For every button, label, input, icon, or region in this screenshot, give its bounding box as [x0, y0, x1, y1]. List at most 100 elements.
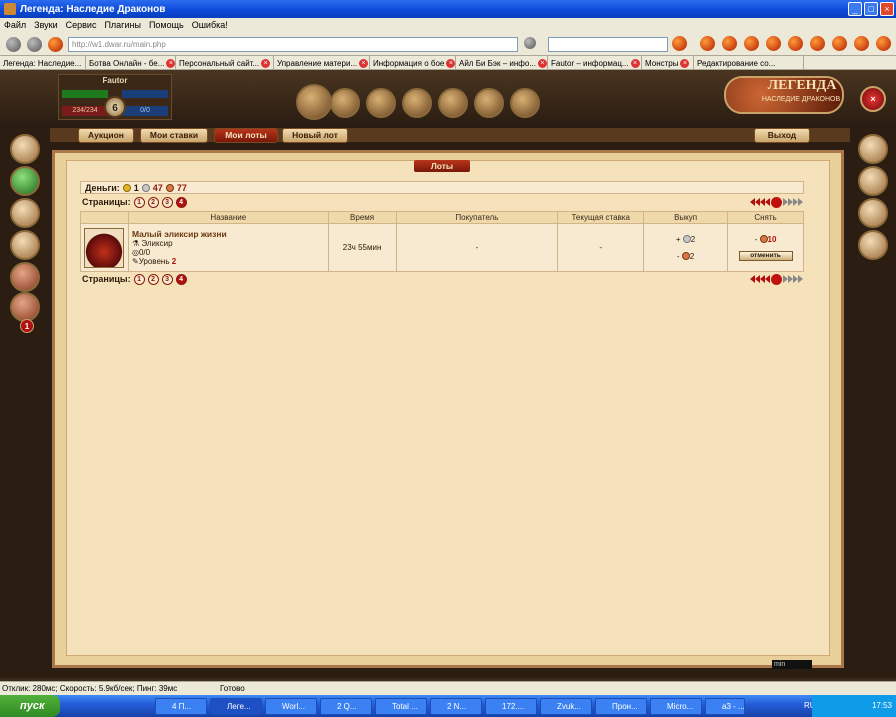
back-icon[interactable] [6, 37, 21, 52]
browser-tab[interactable]: Легенда: Наследие... [0, 56, 86, 70]
search-input[interactable] [548, 37, 668, 52]
star-icon[interactable] [876, 36, 891, 51]
music-icon[interactable] [810, 36, 825, 51]
side-button-5[interactable] [10, 262, 40, 292]
app-icon [4, 3, 16, 15]
browser-tab[interactable]: Персональный сайт... × [176, 56, 274, 70]
side-button-4[interactable] [10, 230, 40, 260]
tab-my-lots[interactable]: Мои лоты [214, 128, 278, 143]
browser-tab[interactable]: Редактирование со... [694, 56, 804, 70]
minimize-button[interactable]: _ [848, 2, 862, 16]
menu-service[interactable]: Сервис [66, 20, 97, 30]
browser-tab[interactable]: Айл Би Бэк – инфо... × [456, 56, 548, 70]
item-name[interactable]: Малый эликсир жизни [132, 229, 328, 239]
page-link[interactable]: 3 [161, 196, 173, 208]
browser-tab[interactable]: Информация о бое × [370, 56, 456, 70]
heart-icon[interactable] [788, 36, 803, 51]
menu-bar: Файл Звуки Сервис Плагины Помощь Ошибка! [0, 18, 896, 32]
exit-game-icon[interactable]: × [860, 86, 886, 112]
page-link-current[interactable]: 4 [175, 196, 187, 208]
page-link[interactable]: 2 [147, 273, 159, 285]
task-button[interactable]: a3 - ... [705, 697, 745, 715]
task-button[interactable]: Zvuk... [540, 697, 592, 715]
task-button[interactable]: 2 Q... [320, 697, 372, 715]
browser-tab[interactable]: Fautor – информац... × [548, 56, 642, 70]
tab-new-lot[interactable]: Новый лот [282, 128, 348, 143]
tool-icon-6[interactable] [854, 36, 869, 51]
address-input[interactable]: http://w1.dwar.ru/main.php [68, 37, 518, 52]
character-icon[interactable] [296, 84, 332, 120]
task-button[interactable]: Прон... [595, 697, 647, 715]
tool-icon-4[interactable] [766, 36, 781, 51]
tool-icon-3[interactable] [744, 36, 759, 51]
menu-file[interactable]: Файл [4, 20, 26, 30]
exit-button[interactable]: Выход [754, 128, 810, 143]
inventory-icon[interactable] [330, 88, 360, 118]
menu-error[interactable]: Ошибка! [192, 20, 228, 30]
window-titlebar: Легенда: Наследие Драконов [0, 0, 896, 18]
first-arrow-icon[interactable] [765, 198, 770, 206]
handshake-icon[interactable] [510, 88, 540, 118]
task-button[interactable]: Леге... [210, 697, 262, 715]
go-icon[interactable] [524, 37, 536, 49]
page-link[interactable]: 3 [161, 273, 173, 285]
close-tab-icon[interactable]: × [166, 58, 175, 68]
menu-help[interactable]: Помощь [149, 20, 184, 30]
palette-icon[interactable] [474, 88, 504, 118]
maximize-button[interactable]: □ [864, 2, 878, 16]
knight-icon[interactable] [438, 88, 468, 118]
elixir-icon[interactable] [84, 227, 125, 268]
close-button[interactable]: × [880, 2, 894, 16]
browser-tab[interactable]: Монстры × [642, 56, 694, 70]
task-button[interactable]: Worl... [265, 697, 317, 715]
last-arrow-icon[interactable] [798, 198, 803, 206]
tab-my-bids[interactable]: Мои ставки [140, 128, 208, 143]
close-tab-icon[interactable]: × [261, 58, 271, 68]
start-button[interactable]: пуск [0, 695, 60, 717]
task-button[interactable]: Micro... [650, 697, 702, 715]
task-button[interactable]: 2 N... [430, 697, 482, 715]
page-link[interactable]: 1 [133, 196, 145, 208]
compass-icon[interactable] [858, 230, 888, 260]
player-name[interactable]: Fautor [58, 76, 172, 85]
close-tab-icon[interactable]: × [680, 58, 690, 68]
scroll-icon[interactable] [402, 88, 432, 118]
side-button-6[interactable] [10, 292, 40, 322]
side-button-right-1[interactable] [858, 134, 888, 164]
side-button-map-icon[interactable] [10, 166, 40, 196]
page-link-current[interactable]: 4 [175, 273, 187, 285]
side-button-1[interactable] [10, 134, 40, 164]
refresh-icon[interactable] [48, 37, 63, 52]
page-link[interactable]: 2 [147, 196, 159, 208]
close-tab-icon[interactable]: × [630, 58, 640, 68]
elixir-type-icon: ⚗ [131, 238, 140, 248]
cancel-lot-button[interactable]: отменить [738, 250, 793, 261]
notification-badge[interactable]: 1 [20, 319, 34, 333]
task-button[interactable]: 4 П... [155, 697, 207, 715]
info-icon[interactable] [672, 36, 687, 51]
browser-tab[interactable]: Ботва Онлайн - бе... × [86, 56, 176, 70]
menu-sounds[interactable]: Звуки [34, 20, 57, 30]
tool-icon-2[interactable] [722, 36, 737, 51]
close-tab-icon[interactable]: × [446, 58, 455, 68]
task-button[interactable]: Total ... [375, 697, 427, 715]
page-link[interactable]: 1 [133, 273, 145, 285]
dragon-icon[interactable] [366, 88, 396, 118]
lots-table: Название Время Покупатель Текущая ставка… [80, 211, 804, 272]
tab-auction[interactable]: Аукцион [78, 128, 134, 143]
side-button-3[interactable] [10, 198, 40, 228]
first-arrow-icon[interactable] [765, 275, 770, 283]
tool-icon-1[interactable] [700, 36, 715, 51]
side-button-right-3[interactable] [858, 198, 888, 228]
close-tab-icon[interactable]: × [359, 58, 369, 68]
task-button[interactable]: 172.... [485, 697, 537, 715]
forward-icon[interactable] [27, 37, 42, 52]
side-button-right-2[interactable] [858, 166, 888, 196]
browser-tab[interactable]: Управление матери... × [274, 56, 370, 70]
close-tab-icon[interactable]: × [537, 58, 547, 68]
tool-icon-5[interactable] [832, 36, 847, 51]
last-arrow-icon[interactable] [798, 275, 803, 283]
mp-bar [122, 90, 168, 98]
menu-plugins[interactable]: Плагины [104, 20, 140, 30]
minimize-label[interactable]: min [772, 660, 812, 669]
